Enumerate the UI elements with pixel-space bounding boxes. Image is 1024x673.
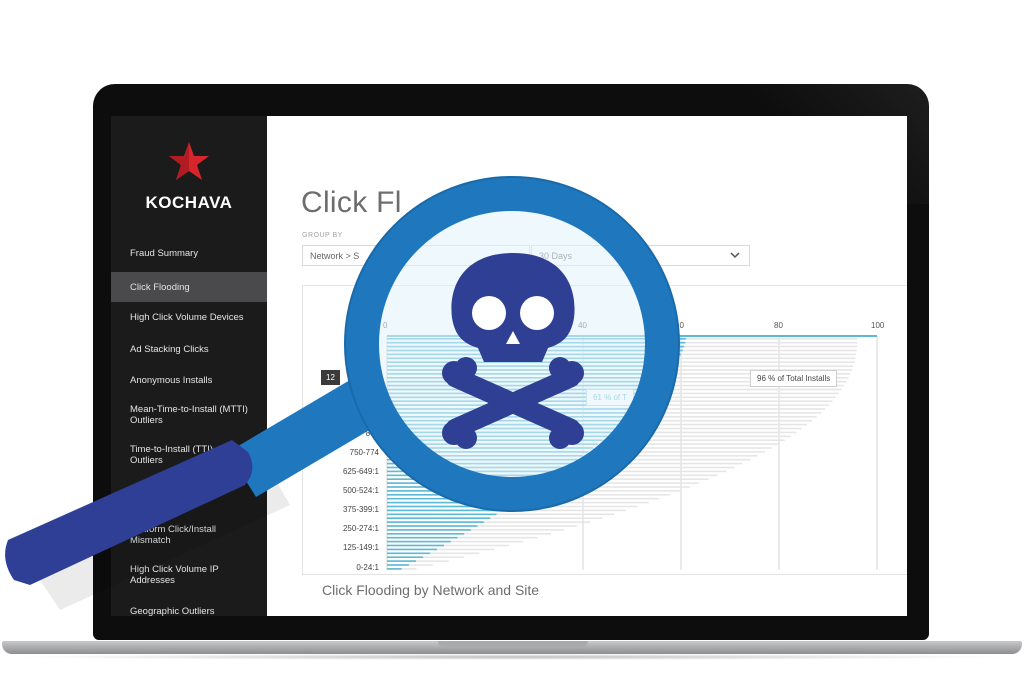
sidebar-item-tti-outliers[interactable]: Time-to-Install (TTI) Outliers	[111, 444, 231, 466]
chart-bar-flooded	[387, 384, 660, 387]
red-star-icon	[169, 142, 209, 180]
y-tick: 625-649:1	[342, 467, 379, 476]
chart-bar-flooded	[387, 490, 534, 492]
chart-bar-flooded	[387, 536, 458, 539]
chevron-down-icon	[730, 252, 740, 259]
chart-bar-flooded	[387, 431, 613, 434]
group-by-label: GROUP BY	[302, 232, 343, 239]
chart-bar-flooded	[387, 540, 451, 543]
chart-bar-flooded	[387, 419, 626, 422]
y-tick: 875	[365, 429, 379, 438]
sidebar-item-platform-mismatch[interactable]: Platform Click/Install Mismatch	[111, 524, 231, 546]
chart-bar-flooded	[387, 443, 598, 445]
chart-bar-flooded	[387, 345, 685, 348]
chart-bar-flooded	[387, 478, 551, 480]
chart-bar-flooded	[387, 486, 540, 488]
chart-bar-flooded	[387, 494, 528, 496]
chart-bar-flooded	[387, 505, 510, 508]
chart-bar-flooded	[387, 466, 568, 469]
chart-bar-flooded	[387, 544, 444, 547]
chart-bars	[386, 335, 878, 570]
chart-bar-flooded	[387, 533, 465, 535]
chart-bar-flooded	[387, 556, 424, 558]
chart-bar-flooded	[387, 377, 667, 379]
app-screen: KOCHAVA Fraud Summary Click Flooding Hig…	[111, 116, 907, 616]
sidebar: KOCHAVA Fraud Summary Click Flooding Hig…	[111, 116, 267, 616]
chart-bar-flooded	[387, 439, 603, 441]
page-title: Click Fl	[301, 186, 402, 219]
chart-bar-flooded	[387, 474, 557, 477]
section-title: Click Flooding by Network and Site	[322, 582, 540, 598]
y-tick: 250-274:1	[342, 524, 379, 533]
chart-bar-flooded	[387, 564, 409, 566]
chart-bar-flooded	[387, 521, 484, 523]
chart-bar-flooded	[387, 447, 593, 449]
x-tick: 100	[871, 321, 885, 330]
chart-bar-flooded	[387, 451, 588, 453]
period-select[interactable]: 30 Days	[531, 245, 750, 266]
chart-bar-flooded	[387, 513, 497, 516]
laptop-notch	[438, 641, 588, 647]
x-tick: 40	[578, 321, 587, 330]
chart-bar-flooded	[387, 552, 431, 555]
chart-bar-flooded	[387, 361, 677, 363]
chart-bar-flooded	[387, 529, 471, 531]
sidebar-item-high-click-volume-devices[interactable]: High Click Volume Devices	[111, 312, 267, 323]
chart-bar-flooded	[387, 416, 630, 418]
chart-bar-flooded	[387, 341, 686, 344]
chart-bar-flooded	[387, 380, 664, 383]
group-by-value: Network > S	[310, 251, 360, 261]
x-tick: 0	[383, 321, 388, 330]
chart-bar-flooded	[387, 509, 503, 512]
sidebar-item-high-click-volume-ip[interactable]: High Click Volume IP Addresses	[111, 564, 231, 586]
chart-bar-flooded	[387, 548, 438, 551]
chart-bar-flooded	[387, 408, 639, 410]
y-tick: 0-24:1	[356, 563, 379, 572]
chart-bar-flooded	[387, 568, 402, 570]
sidebar-item-ad-stacking-clicks[interactable]: Ad Stacking Clicks	[111, 344, 267, 355]
sidebar-item-fraud-summary[interactable]: Fraud Summary	[111, 248, 267, 262]
y-tick: 375-399:1	[342, 505, 379, 514]
chart-bar-flooded	[387, 470, 562, 473]
y-tick: 750-774	[349, 448, 379, 457]
brand-logo-text: KOCHAVA	[145, 193, 233, 212]
chart-bar-flooded	[387, 501, 516, 504]
chart-bar-flooded	[387, 455, 583, 457]
chart-bar-flooded	[387, 353, 681, 356]
chart-bar-flooded	[387, 458, 578, 461]
sidebar-item-mtti-outliers[interactable]: Mean-Time-to-Install (MTTI) Outliers	[111, 404, 251, 426]
y-tick: 500-524:1	[342, 486, 379, 495]
chart-bar-flooded	[387, 435, 608, 438]
chart-bar-flooded	[387, 349, 683, 352]
chart-bar-flooded	[387, 482, 545, 484]
y-tick: 125-149:1	[342, 543, 379, 552]
sidebar-item-click-flooding[interactable]: Click Flooding	[111, 272, 267, 302]
laptop-shadow	[10, 654, 1014, 660]
x-tick: 60	[675, 321, 684, 330]
x-tick: 80	[774, 321, 783, 330]
chart-bar-flooded	[387, 517, 491, 519]
chart-bar-flooded	[387, 369, 672, 371]
click-flooding-chart	[302, 285, 907, 575]
chart-bar-flooded	[387, 373, 669, 375]
percent-tooltip: 61 % of T	[586, 389, 635, 406]
chart-bar-flooded	[387, 365, 675, 367]
dark-marker-label: 12	[321, 370, 340, 385]
sidebar-item-anonymous-installs[interactable]: Anonymous Installs	[111, 375, 267, 386]
sidebar-item-geographic-outliers[interactable]: Geographic Outliers	[111, 606, 267, 616]
chart-bar-flooded	[387, 423, 622, 426]
chart-bar-flooded	[387, 497, 522, 500]
chart-bar-flooded	[387, 427, 617, 430]
chart-bar-flooded	[387, 462, 573, 465]
chart-bar-flooded	[387, 338, 686, 340]
chart-bar-flooded	[387, 525, 478, 527]
group-by-select[interactable]: Network > S	[302, 245, 530, 266]
chart-bar-flooded	[387, 357, 679, 360]
chart-bar-flooded	[387, 560, 417, 562]
chart-bar-flooded	[387, 412, 634, 414]
period-value: 30 Days	[539, 251, 573, 261]
total-installs-tooltip: 96 % of Total Installs	[750, 370, 838, 387]
